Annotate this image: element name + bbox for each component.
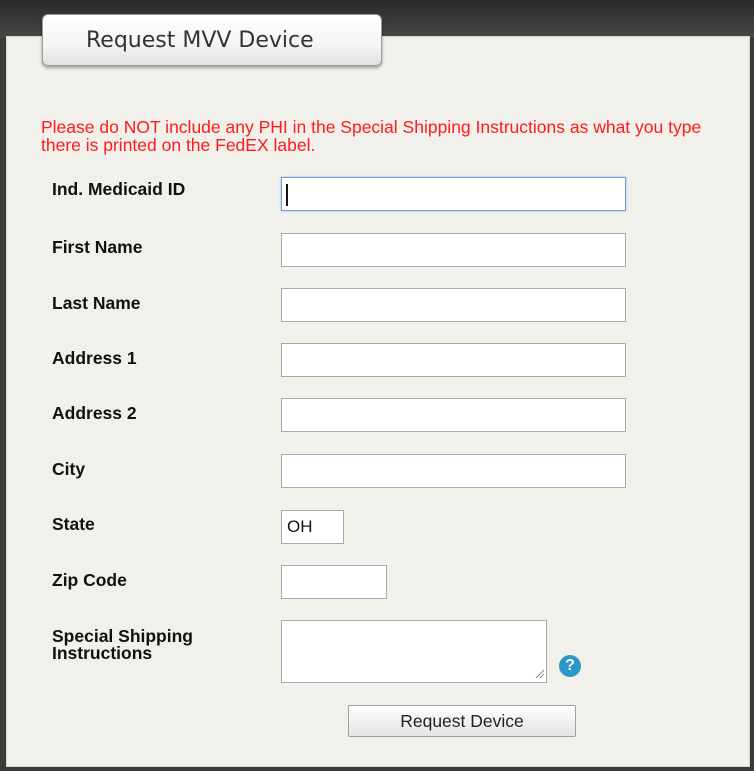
medicaid-id-input[interactable] — [281, 177, 626, 211]
first-name-input[interactable] — [281, 233, 626, 267]
address1-label: Address 1 — [52, 348, 137, 368]
request-device-button[interactable]: Request Device — [348, 705, 576, 737]
special-shipping-textarea[interactable] — [281, 620, 547, 683]
medicaid-id-label: Ind. Medicaid ID — [52, 179, 186, 199]
address1-input[interactable] — [281, 343, 626, 377]
help-icon[interactable]: ? — [559, 655, 581, 677]
state-input[interactable] — [281, 510, 344, 544]
last-name-label: Last Name — [52, 293, 141, 313]
city-input[interactable] — [281, 454, 626, 488]
first-name-label: First Name — [52, 237, 143, 257]
text-caret — [286, 184, 288, 206]
window-frame: Request MVV Device Please do NOT include… — [0, 0, 754, 771]
special-shipping-label: Special Shipping Instructions — [52, 626, 193, 663]
tab-request-mvv-device[interactable]: Request MVV Device — [42, 14, 382, 66]
address2-label: Address 2 — [52, 403, 137, 423]
phi-warning-notice: Please do NOT include any PHI in the Spe… — [41, 117, 702, 155]
zip-code-label: Zip Code — [52, 570, 127, 590]
address2-input[interactable] — [281, 398, 626, 432]
state-label: State — [52, 514, 95, 534]
city-label: City — [52, 459, 86, 479]
zip-code-input[interactable] — [281, 565, 387, 599]
last-name-input[interactable] — [281, 288, 626, 322]
